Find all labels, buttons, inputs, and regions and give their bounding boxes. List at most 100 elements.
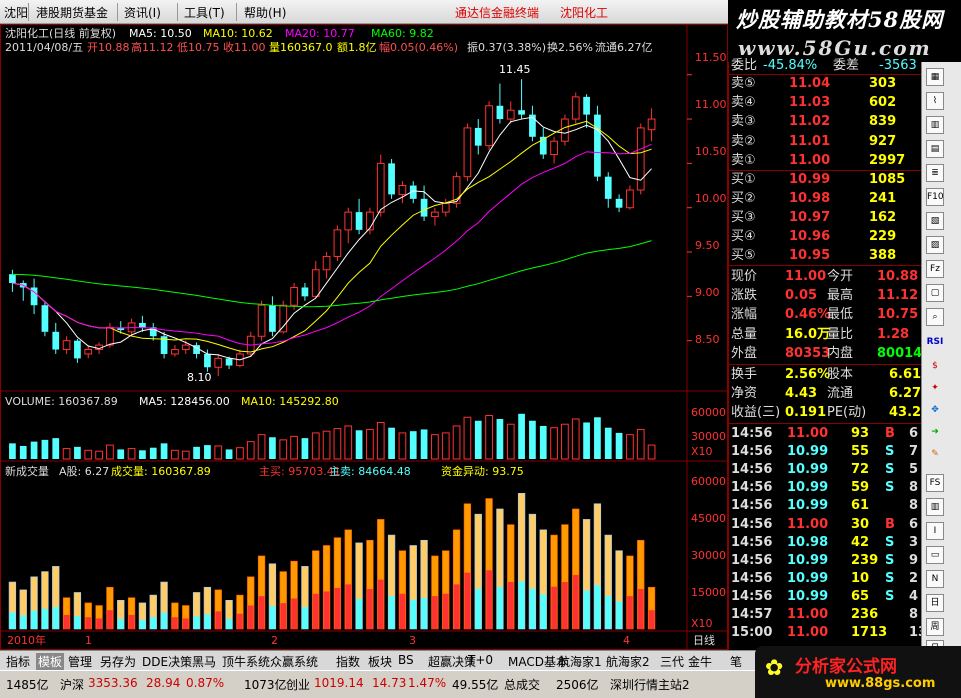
candle-body: [506, 109, 515, 120]
stat-label: 换手: [731, 367, 758, 382]
tab-item[interactable]: 笔: [730, 653, 742, 670]
tab-item[interactable]: T+0: [468, 653, 493, 667]
tab-item[interactable]: 金牛: [688, 653, 712, 670]
kline-chart-area[interactable]: 沈阳化工(日线 前复权) MA5: 10.50 MA10: 10.62 MA20…: [0, 24, 729, 651]
list-icon[interactable]: ≣: [926, 164, 944, 182]
indicator-subbar: [258, 596, 265, 629]
tick-side: B: [885, 516, 895, 532]
move-icon[interactable]: ✥: [926, 402, 944, 420]
rsi-button[interactable]: RSI: [926, 334, 944, 352]
day-button[interactable]: 日: [926, 594, 944, 612]
doc-icon[interactable]: ▤: [926, 140, 944, 158]
tab-item[interactable]: 三代: [660, 653, 684, 670]
tick-count: 5: [909, 462, 919, 478]
volume-bar: [463, 416, 472, 460]
tab-item[interactable]: DDE决策: [142, 653, 192, 670]
indicator-subbar: [237, 613, 243, 629]
tab-item[interactable]: 指数: [336, 653, 360, 670]
tab-item[interactable]: 航海家1: [558, 653, 602, 670]
open-label: 开10.88: [87, 41, 130, 54]
indicator-header: 新成交量: [5, 465, 49, 478]
menu-item-help[interactable]: 帮助(H): [244, 4, 286, 21]
menu-item-tools[interactable]: 工具(T): [184, 4, 225, 21]
chart-icon[interactable]: ▦: [926, 68, 944, 86]
menu-item-hk-futures[interactable]: 港股期货基金: [36, 4, 108, 21]
tab-item[interactable]: 顶牛系统: [222, 653, 270, 670]
line-chart-icon[interactable]: ⌇: [926, 92, 944, 110]
n-button[interactable]: N: [926, 570, 944, 588]
tab-item[interactable]: 另存为: [100, 653, 136, 670]
dollar-icon[interactable]: $: [926, 358, 944, 376]
volume-axis-tick: 30000: [691, 430, 726, 443]
note-icon[interactable]: ✎: [926, 446, 944, 464]
ask-volume: 2997: [869, 152, 906, 168]
table-icon[interactable]: ▨: [926, 236, 944, 254]
tick-time: 14:56: [731, 480, 773, 496]
stat-label: 股本: [827, 367, 854, 382]
indicator-subbar: [453, 584, 460, 629]
turnover-label: 换2.56%: [547, 41, 593, 54]
watermark-banner: 炒股辅助教材58股网 www.58Gu.com: [728, 0, 961, 62]
quote-stat-row: 总量 16.0万 量比 1.28: [729, 325, 922, 344]
period-label[interactable]: 日线: [693, 634, 715, 647]
f10-icon[interactable]: F10: [926, 188, 944, 206]
bid-level-row: 买③ 10.97 162: [729, 208, 922, 227]
volume-bar: [160, 443, 168, 459]
indicator-subbar: [334, 587, 341, 629]
indicator-axis-tick: X10: [691, 617, 713, 630]
tick-price: 11.00: [787, 516, 829, 532]
tick-row: 14:56 11.00 93 B 6: [729, 424, 922, 443]
tab-item[interactable]: 管理: [68, 653, 92, 670]
bid-volume: 388: [869, 248, 897, 263]
wei-bi-label: 委比: [731, 58, 758, 73]
tab-item[interactable]: 模板: [36, 653, 65, 670]
bars-icon[interactable]: ▥: [926, 498, 944, 516]
wei-cha-value: -3563: [879, 58, 917, 73]
tab-item[interactable]: 众赢系统: [270, 653, 318, 670]
tick-price: 10.99: [787, 570, 829, 586]
candle-icon[interactable]: ▥: [926, 116, 944, 134]
stat-label: 总量: [731, 326, 758, 342]
menu-item-info[interactable]: 资讯(I): [124, 4, 161, 21]
candle-body: [594, 114, 601, 177]
tick-time: 14:56: [731, 498, 773, 514]
i-button[interactable]: I: [926, 522, 944, 540]
arrow-icon[interactable]: ➜: [926, 424, 944, 442]
settings-icon[interactable]: ✦: [926, 380, 944, 398]
volume-bar: [311, 432, 320, 460]
candle-body: [171, 349, 179, 355]
indicator-subbar: [85, 617, 92, 629]
ask-level-row: 卖④ 11.03 602: [729, 93, 922, 112]
window-icon[interactable]: ▢: [926, 284, 944, 302]
stat-label: 收益(三): [731, 405, 781, 420]
indicator-subbar: [388, 596, 395, 629]
indicator-subbar: [518, 581, 525, 629]
indicator-subbar: [139, 619, 146, 629]
tab-item[interactable]: 黑马: [192, 653, 216, 670]
ruler-icon[interactable]: ▭: [926, 546, 944, 564]
tick-time: 15:00: [731, 625, 773, 641]
stat-label: 现价: [731, 269, 758, 284]
menu-item-shenyang[interactable]: 沈阳: [4, 4, 28, 21]
tab-item[interactable]: BS: [398, 653, 414, 667]
volume-bar: [74, 446, 81, 459]
status-server[interactable]: 深圳行情主站2: [610, 676, 690, 693]
fundamental-stat-row: 净资 4.43 流通 6.27亿: [729, 384, 934, 403]
indicator-subbar: [96, 618, 102, 629]
tick-row: 14:56 10.99 65 S 4: [729, 587, 922, 606]
stat-label: 内盘: [827, 345, 854, 361]
volume-bar: [518, 413, 525, 459]
volume-bar: [139, 450, 146, 459]
tab-item[interactable]: 航海家2: [606, 653, 650, 670]
week-button[interactable]: 周: [926, 618, 944, 636]
status-total-label: 总成交: [504, 678, 541, 692]
tab-item[interactable]: 板块: [368, 653, 392, 670]
volume-bar: [561, 423, 569, 460]
fs-button[interactable]: FS: [926, 474, 944, 492]
fiz-icon[interactable]: Fz: [926, 260, 944, 278]
logo-line2: www.88gs.com: [825, 676, 936, 691]
tick-side: S: [885, 534, 895, 550]
grid-icon[interactable]: ▧: [926, 212, 944, 230]
tab-item[interactable]: 指标: [6, 653, 30, 670]
search-icon[interactable]: ⌕: [926, 308, 944, 326]
